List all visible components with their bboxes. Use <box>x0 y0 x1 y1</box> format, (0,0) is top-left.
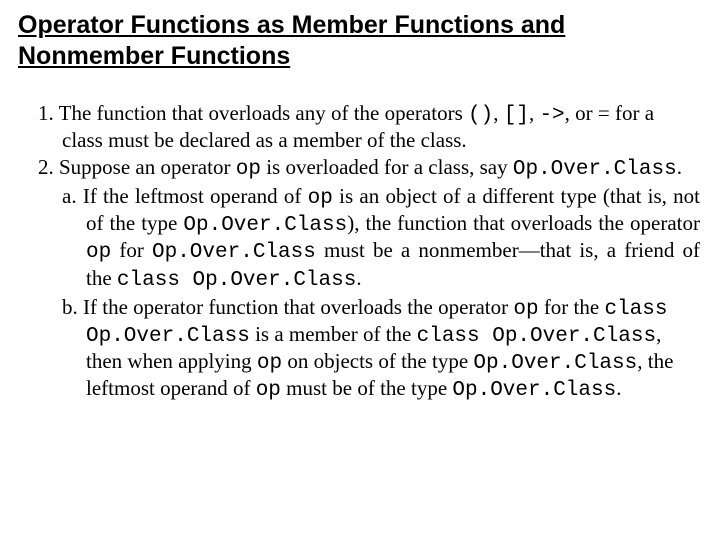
code: Op.Over.Class <box>452 379 616 402</box>
text: , <box>493 101 504 125</box>
code: op <box>513 298 538 321</box>
code: -> <box>539 104 564 127</box>
code: Op.Over.Class <box>183 214 347 237</box>
code: op <box>236 158 261 181</box>
text: ), the function that overloads the opera… <box>347 211 700 235</box>
code: op <box>308 187 333 210</box>
list-item-1: 1. The function that overloads any of th… <box>62 101 700 153</box>
text: a. If the leftmost operand of <box>62 184 308 208</box>
text: for <box>111 238 152 262</box>
code: op <box>256 379 281 402</box>
slide-body: 1. The function that overloads any of th… <box>18 101 702 404</box>
text: is a member of the <box>250 322 417 346</box>
text: . <box>677 155 682 179</box>
list-item-2: 2. Suppose an operator op is overloaded … <box>62 155 700 182</box>
code: class Op.Over.Class <box>417 325 656 348</box>
list-item-2a: a. If the leftmost operand of op is an o… <box>86 184 700 293</box>
text: for the <box>539 295 605 319</box>
text: , <box>529 101 540 125</box>
text: 1. The function that overloads any of th… <box>38 101 468 125</box>
slide-page: Operator Functions as Member Functions a… <box>0 0 720 416</box>
code: Op.Over.Class <box>513 158 677 181</box>
code: () <box>468 104 493 127</box>
slide-title: Operator Functions as Member Functions a… <box>18 10 702 73</box>
text: is overloaded for a class, say <box>261 155 513 179</box>
code: op <box>86 241 111 264</box>
code: [] <box>504 104 529 127</box>
text: 2. Suppose an operator <box>38 155 236 179</box>
text: on objects of the type <box>282 349 473 373</box>
text: . <box>616 376 621 400</box>
text: . <box>356 266 361 290</box>
list-item-2b: b. If the operator function that overloa… <box>86 295 700 404</box>
code: Op.Over.Class <box>152 241 316 264</box>
text: b. If the operator function that overloa… <box>62 295 513 319</box>
code: Op.Over.Class <box>473 352 637 375</box>
text: must be of the type <box>281 376 452 400</box>
code: op <box>257 352 282 375</box>
code: class Op.Over.Class <box>117 269 356 292</box>
